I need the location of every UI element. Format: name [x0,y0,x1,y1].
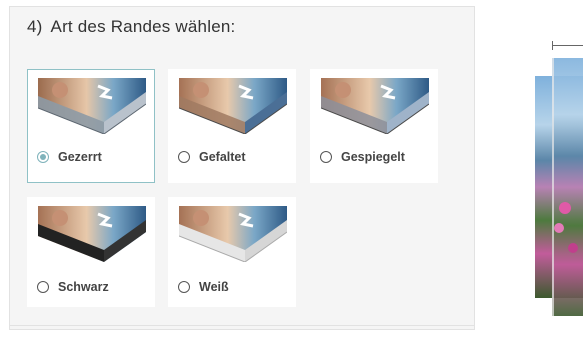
dimension-ruler [552,41,583,50]
label-schwarz: Schwarz [58,280,109,294]
radio-row-gespiegelt[interactable]: Gespiegelt [320,150,405,164]
section-number: 4) [27,17,43,36]
edge-option-gezerrt[interactable]: Gezerrt [27,69,155,183]
radio-weiss[interactable] [178,281,190,293]
radio-gespiegelt[interactable] [320,151,332,163]
radio-row-schwarz[interactable]: Schwarz [37,280,109,294]
label-gefaltet: Gefaltet [199,150,246,164]
radio-row-gezerrt[interactable]: Gezerrt [37,150,102,164]
edge-option-schwarz[interactable]: Schwarz [27,197,155,307]
canvas-thumbnail-schwarz [38,206,146,262]
radio-schwarz[interactable] [37,281,49,293]
canvas-thumbnail-gezerrt [38,78,146,134]
radio-row-weiss[interactable]: Weiß [178,280,229,294]
label-gespiegelt: Gespiegelt [341,150,405,164]
canvas-thumbnail-weiss [179,206,287,262]
canvas-preview-image [535,58,583,316]
radio-row-gefaltet[interactable]: Gefaltet [178,150,246,164]
label-weiss: Weiß [199,280,229,294]
edge-option-gespiegelt[interactable]: Gespiegelt [310,69,438,183]
section-title: 4) Art des Randes wählen: [27,17,235,37]
radio-gefaltet[interactable] [178,151,190,163]
radio-gezerrt[interactable] [37,151,49,163]
edge-type-panel: 4) Art des Randes wählen: Gezerrt Gefalt… [9,6,475,330]
canvas-thumbnail-gefaltet [179,78,287,134]
edge-option-weiss[interactable]: Weiß [168,197,296,307]
label-gezerrt: Gezerrt [58,150,102,164]
canvas-thumbnail-gespiegelt [321,78,429,134]
section-title-text: Art des Randes wählen: [50,17,236,36]
edge-option-gefaltet[interactable]: Gefaltet [168,69,296,183]
